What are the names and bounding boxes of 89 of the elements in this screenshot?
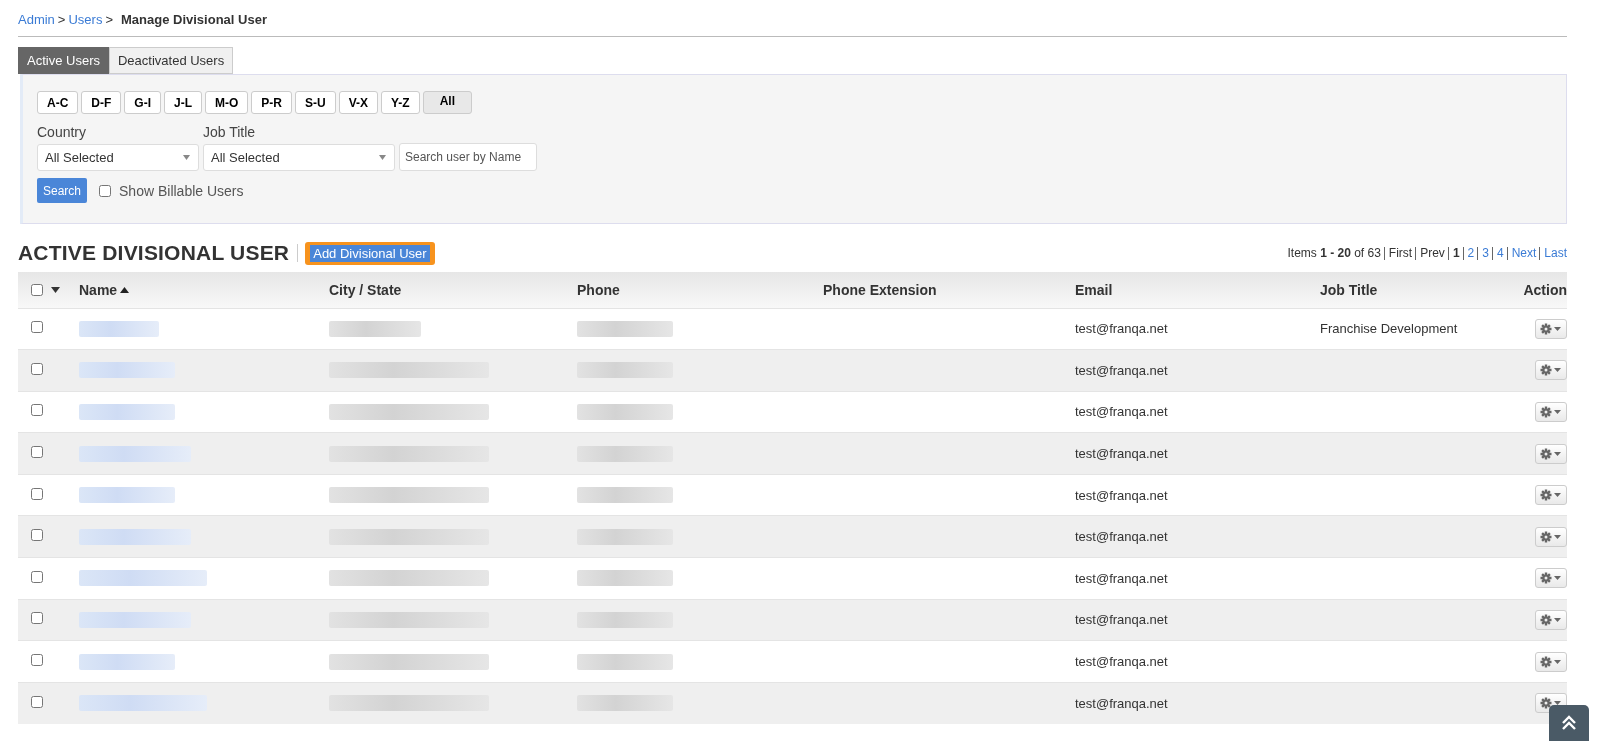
job-title-dropdown[interactable]: All Selected [203, 144, 395, 171]
gear-caret-icon [1540, 572, 1562, 585]
items-count: Items 1 - 20 of 63 [1287, 246, 1381, 260]
gear-menu-button[interactable] [1535, 318, 1567, 339]
row-checkbox[interactable] [31, 362, 43, 375]
scroll-to-top-button[interactable] [1549, 705, 1589, 741]
breadcrumb-link[interactable]: Admin [18, 12, 55, 27]
table-cell: test@franqa.net [1075, 404, 1168, 420]
letter-filter-button[interactable]: G-I [124, 91, 161, 114]
checkbox-label: Show Billable Users [119, 182, 244, 199]
row-checkbox[interactable] [31, 487, 43, 500]
breadcrumb-link[interactable]: Users [68, 12, 103, 27]
table-cell: test@franqa.net [1075, 362, 1168, 378]
gear-caret-icon [1540, 364, 1562, 377]
row-checkbox[interactable] [31, 695, 43, 708]
select-all-checkbox[interactable] [31, 283, 43, 296]
column-header: Job Title [1320, 281, 1378, 298]
checkbox[interactable] [99, 184, 112, 197]
gear-caret-icon [1540, 655, 1562, 668]
page-link[interactable]: First [1388, 246, 1413, 260]
country-label: Country [37, 124, 88, 140]
row-checkbox[interactable] [31, 446, 43, 459]
row-checkbox[interactable] [31, 654, 43, 667]
breadcrumb-separator: > [105, 12, 113, 27]
search-field[interactable]: Search user by Name [399, 143, 537, 171]
gear-menu-button[interactable] [1535, 609, 1567, 630]
letter-filter-button[interactable]: J-L [164, 91, 202, 114]
gear-caret-icon [1540, 322, 1562, 335]
page-link[interactable]: 4 [1496, 246, 1504, 260]
page-link[interactable]: 2 [1467, 246, 1475, 260]
search-button[interactable]: Search [37, 178, 88, 203]
table-cell: test@franqa.net [1075, 695, 1168, 711]
table-cell: Franchise Development [1320, 321, 1458, 337]
page-link[interactable]: Next [1511, 246, 1537, 260]
current-page: 1 [1452, 246, 1460, 260]
page-link[interactable]: 3 [1482, 246, 1489, 260]
gear-menu-button[interactable] [1535, 651, 1567, 672]
row-checkbox[interactable] [31, 529, 43, 542]
country-dropdown[interactable]: All Selected [37, 144, 199, 171]
add-user-button[interactable]: Add Divisional User [305, 241, 435, 265]
section-title: ACTIVE DIVISIONAL USER [18, 241, 290, 265]
gear-caret-icon [1540, 530, 1562, 543]
gear-caret-icon [1540, 406, 1562, 418]
letter-filter-button[interactable]: D-F [81, 91, 122, 114]
caret-icon [183, 155, 190, 160]
gear-menu-button[interactable] [1535, 485, 1567, 506]
breadcrumb-separator: > [57, 12, 66, 27]
letter-filter-button[interactable]: P-R [251, 91, 292, 114]
table-cell: test@franqa.net [1075, 487, 1168, 503]
table-cell: test@franqa.net [1075, 654, 1168, 670]
job-title-label: Job Title [203, 124, 257, 140]
page-link[interactable]: Last [1544, 246, 1567, 260]
breadcrumb-current: Manage Divisional User [121, 12, 267, 27]
row-checkbox[interactable] [31, 612, 43, 625]
letter-filter-button[interactable]: M-O [205, 91, 249, 114]
letter-filter-button[interactable]: A-C [37, 91, 79, 114]
table-cell: test@franqa.net [1075, 612, 1168, 628]
column-header: Phone [577, 281, 620, 298]
caret-icon[interactable] [51, 286, 60, 293]
letter-filter-button[interactable]: S-U [295, 91, 336, 114]
gear-menu-button[interactable] [1535, 568, 1567, 589]
sort-up-icon[interactable] [120, 286, 130, 293]
table-cell: test@franqa.net [1075, 446, 1168, 462]
letter-filter-button[interactable]: Y-Z [381, 91, 420, 114]
gear-menu-button[interactable] [1535, 402, 1567, 422]
tab[interactable]: Deactivated Users [108, 47, 234, 74]
caret-icon [379, 155, 386, 160]
double-chevron-up-icon [1561, 715, 1577, 731]
gear-menu-button[interactable] [1535, 443, 1567, 464]
table-cell: test@franqa.net [1075, 321, 1168, 337]
tab[interactable]: Active Users [18, 47, 109, 74]
column-header: City / State [329, 281, 402, 298]
column-header: Phone Extension [823, 281, 937, 298]
letter-filter-button[interactable]: All [422, 91, 473, 114]
gear-caret-icon [1540, 447, 1562, 460]
table-cell: test@franqa.net [1075, 570, 1168, 586]
gear-caret-icon [1540, 489, 1562, 502]
gear-menu-button[interactable] [1535, 360, 1567, 381]
column-header: Action [1523, 281, 1567, 298]
gear-menu-button[interactable] [1535, 526, 1567, 547]
page-link[interactable]: Prev [1420, 246, 1445, 260]
letter-filter-button[interactable]: V-X [338, 91, 378, 114]
gear-caret-icon [1540, 613, 1562, 626]
table-cell: test@franqa.net [1075, 529, 1168, 545]
row-checkbox[interactable] [31, 404, 43, 417]
column-header: Email [1075, 281, 1113, 298]
row-checkbox[interactable] [31, 321, 43, 334]
row-checkbox[interactable] [31, 570, 43, 583]
column-header[interactable]: Name [79, 281, 118, 298]
